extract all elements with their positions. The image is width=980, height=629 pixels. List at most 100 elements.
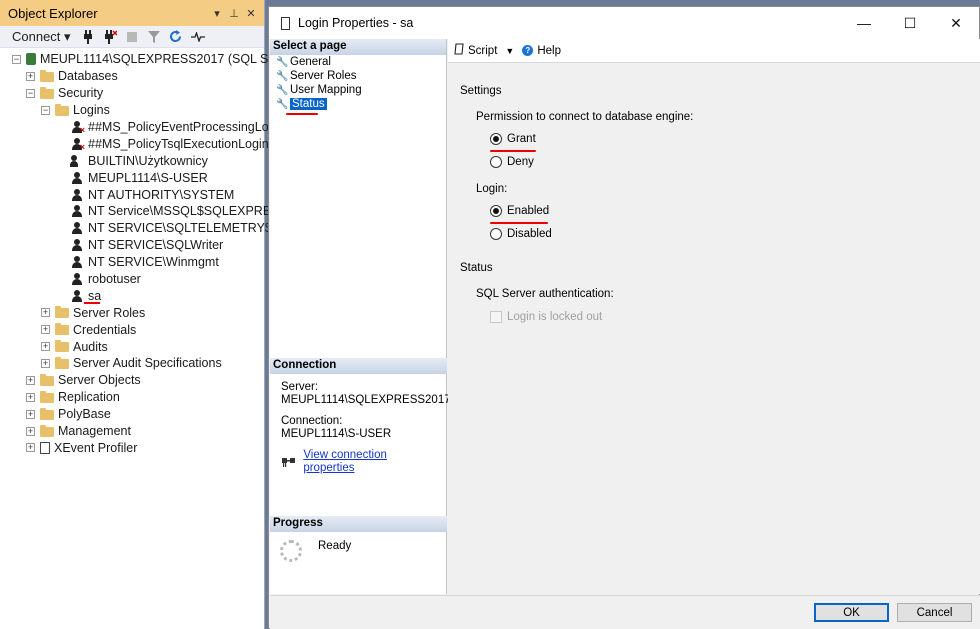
disconnect-icon[interactable] (101, 29, 119, 45)
tree-node[interactable]: + Server Audit Specifications (0, 355, 264, 372)
script-icon (454, 43, 464, 58)
permission-label: Permission to connect to database engine… (476, 111, 694, 123)
connection-label: Connection: (281, 415, 343, 427)
wrench-icon: 🔧 (276, 98, 289, 110)
locked-out-checkbox[interactable]: Login is locked out (490, 311, 602, 323)
tree-node[interactable]: × ##MS_PolicyEventProcessingLogin# (0, 119, 292, 136)
tree-node-label: NT AUTHORITY\SYSTEM (88, 187, 235, 202)
locked-out-checkbox-box[interactable] (490, 311, 502, 323)
tree-node[interactable]: + Audits (0, 338, 264, 355)
collapse-icon[interactable]: − (41, 105, 50, 115)
pin-icon[interactable]: ⊥ (227, 7, 241, 20)
expand-icon[interactable]: + (41, 342, 50, 352)
page-server-roles[interactable]: 🔧 Server Roles (270, 69, 446, 83)
expand-icon[interactable]: + (41, 308, 50, 318)
tree-node[interactable]: − Logins (0, 102, 264, 119)
user-icon (70, 188, 84, 201)
enabled-radio[interactable]: Enabled (490, 205, 549, 217)
enabled-radio-dot[interactable] (490, 205, 502, 217)
expand-icon[interactable]: + (26, 426, 35, 436)
disabled-radio[interactable]: Disabled (490, 228, 552, 240)
close-button[interactable]: ✕ (933, 15, 979, 32)
tree-node-label: Server Objects (58, 373, 141, 388)
sql-auth-label: SQL Server authentication: (476, 288, 614, 300)
page-status[interactable]: 🔧 Status (270, 97, 446, 111)
tree-node-label: Logins (73, 103, 110, 118)
expand-icon[interactable]: + (26, 71, 35, 81)
expand-icon[interactable]: + (26, 392, 35, 402)
progress-header: Progress (270, 516, 447, 532)
collapse-icon[interactable]: − (26, 88, 35, 98)
tree-node[interactable]: + Server Roles (0, 304, 264, 321)
refresh-icon[interactable] (167, 29, 185, 45)
tree-node[interactable]: robotuser (0, 271, 264, 288)
folder-icon (40, 86, 54, 99)
collapse-icon[interactable]: − (12, 54, 21, 64)
user-icon (70, 239, 84, 252)
expand-icon[interactable]: + (26, 443, 35, 453)
chevron-down-icon[interactable]: ▼ (505, 46, 514, 56)
user-icon (70, 171, 84, 184)
expand-icon[interactable]: + (41, 358, 50, 368)
help-button[interactable]: ? Help (522, 45, 561, 57)
tree-node[interactable]: NT SERVICE\SQLTELEMETRY$SQLEX (0, 220, 314, 237)
activity-monitor-icon[interactable] (189, 29, 207, 45)
connect-button[interactable]: Connect ▾ (12, 29, 71, 45)
tree-node[interactable]: × ##MS_PolicyTsqlExecutionLogin## (0, 135, 283, 152)
tree-node-label: robotuser (88, 272, 141, 287)
page-general[interactable]: 🔧 General (270, 55, 446, 69)
grant-radio-dot[interactable] (490, 133, 502, 145)
tree-node-label: Server Roles (73, 305, 146, 320)
view-connection-properties-link[interactable]: View connection properties (303, 449, 436, 475)
ok-button[interactable]: OK (814, 603, 889, 622)
expand-icon[interactable]: + (26, 409, 35, 419)
cancel-button[interactable]: Cancel (897, 603, 972, 622)
tree-node[interactable]: NT SERVICE\SQLWriter (0, 237, 264, 254)
tree-node[interactable]: + XEvent Profiler (0, 439, 264, 456)
wrench-icon: 🔧 (276, 56, 289, 68)
tree-node[interactable]: sa (0, 287, 264, 304)
object-explorer-panel: Object Explorer ▾ ⊥ ✕ Connect ▾ − MEUPL11… (0, 0, 314, 629)
close-panel-icon[interactable]: ✕ (244, 7, 258, 20)
folder-icon (40, 373, 54, 386)
tree-node[interactable]: + Databases (0, 68, 264, 85)
tree-node[interactable]: + Management (0, 423, 264, 440)
deny-radio-dot[interactable] (490, 156, 502, 168)
panel-menu-icon[interactable]: ▾ (210, 7, 224, 20)
tree-node[interactable]: NT SERVICE\Winmgmt (0, 254, 264, 271)
tree-node[interactable]: + PolyBase (0, 406, 264, 423)
grant-radio[interactable]: Grant (490, 133, 536, 145)
expand-icon[interactable]: + (26, 375, 35, 385)
tree-node-label: Server Audit Specifications (73, 356, 222, 371)
status-annotation-underline (286, 113, 318, 115)
dialog-footer: OK Cancel (270, 595, 980, 629)
tree-node[interactable]: + Server Objects (0, 372, 264, 389)
tree-node-label: Management (58, 424, 131, 439)
object-explorer-toolbar: Connect ▾ (0, 26, 264, 48)
tree-node-label: NT SERVICE\SQLWriter (88, 238, 224, 253)
filter-icon[interactable] (145, 29, 163, 45)
object-explorer-title: Object Explorer (8, 5, 98, 21)
connect-icon[interactable] (79, 29, 97, 45)
tree-node[interactable]: − MEUPL1114\SQLEXPRESS2017 (SQL Server 1 (0, 51, 307, 68)
connection-value: MEUPL1114\S-USER (281, 428, 392, 440)
dialog-app-icon (281, 16, 290, 30)
expand-icon[interactable]: + (41, 325, 50, 335)
tree-node[interactable]: − Security (0, 85, 264, 102)
object-explorer-tree: − MEUPL1114\SQLEXPRESS2017 (SQL Server 1 +… (0, 48, 314, 456)
script-button[interactable]: Script ▼ (454, 43, 514, 58)
tree-node[interactable]: NT AUTHORITY\SYSTEM (0, 186, 264, 203)
stop-icon[interactable] (123, 29, 141, 45)
tree-node[interactable]: + Credentials (0, 321, 264, 338)
maximize-button[interactable]: ☐ (887, 15, 933, 32)
tree-node[interactable]: NT Service\MSSQL$SQLEXPRESS20 (0, 203, 302, 220)
page-user-mapping[interactable]: 🔧 User Mapping (270, 83, 446, 97)
disabled-radio-dot[interactable] (490, 228, 502, 240)
status-page-pane: Script ▼ ? Help Settings Permission to c… (448, 39, 980, 594)
deny-radio[interactable]: Deny (490, 156, 534, 168)
tree-node[interactable]: + Replication (0, 389, 264, 406)
tree-node[interactable]: BUILTIN\Użytkownicy (0, 152, 264, 169)
minimize-button[interactable]: — (841, 15, 887, 31)
tree-node[interactable]: MEUPL1114\S-USER (0, 169, 264, 186)
sa-annotation-underline (84, 302, 100, 304)
